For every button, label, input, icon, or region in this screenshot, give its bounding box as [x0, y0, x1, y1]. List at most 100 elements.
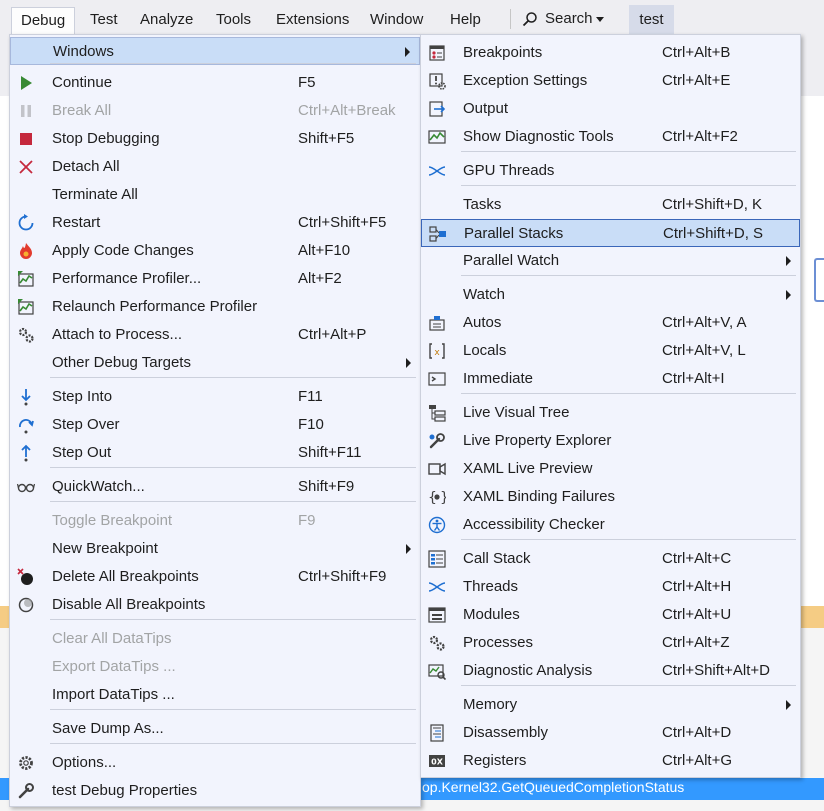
- menu-item-label: Apply Code Changes: [52, 242, 194, 259]
- debug-menu-item-apply-code-changes[interactable]: Apply Code Changes Alt+F10: [10, 237, 420, 265]
- menu-item-label: Save Dump As...: [52, 720, 164, 737]
- debug-menu-item-disable-all-breakpoints[interactable]: Disable All Breakpoints: [10, 591, 420, 619]
- menu-item-label: Other Debug Targets: [52, 354, 191, 371]
- debug-menu-item-export-datatips[interactable]: Export DataTips ...: [10, 653, 420, 681]
- windows-menu-item-watch[interactable]: Watch: [421, 281, 800, 309]
- menu-item-label: Restart: [52, 214, 101, 231]
- menu-debug[interactable]: Debug: [11, 7, 75, 35]
- windows-menu-item-output[interactable]: Output: [421, 95, 800, 123]
- menu-item-label: Attach to Process...: [52, 326, 183, 343]
- windows-menu-item-autos[interactable]: Autos Ctrl+Alt+V, A: [421, 309, 800, 337]
- debug-menu-item-quickwatch[interactable]: QuickWatch... Shift+F9: [10, 473, 420, 501]
- step-into-icon: [17, 388, 35, 406]
- menu-separator: [50, 377, 416, 378]
- debug-menu-item-restart[interactable]: Restart Ctrl+Shift+F5: [10, 209, 420, 237]
- windows-menu-item-tasks[interactable]: Tasks Ctrl+Shift+D, K: [421, 191, 800, 219]
- debug-menu-item-detach-all[interactable]: Detach All: [10, 153, 420, 181]
- windows-menu-item-breakpoints[interactable]: Breakpoints Ctrl+Alt+B: [421, 39, 800, 67]
- menu-item-label: Output: [463, 100, 509, 117]
- shortcut-text: Ctrl+Alt+Break: [298, 102, 396, 119]
- debug-menu-item-step-over[interactable]: Step Over F10: [10, 411, 420, 439]
- menu-item-label: Threads: [463, 578, 519, 595]
- windows-menu-item-parallel-watch[interactable]: Parallel Watch: [421, 247, 800, 275]
- debug-menu-item-windows[interactable]: Windows: [10, 37, 420, 65]
- windows-menu-item-live-property-explorer[interactable]: Live Property Explorer: [421, 427, 800, 455]
- menu-item-label: New Breakpoint: [52, 540, 158, 557]
- debug-menu-item-clear-all-datatips[interactable]: Clear All DataTips: [10, 625, 420, 653]
- debug-menu-item-other-debug-targets[interactable]: Other Debug Targets: [10, 349, 420, 377]
- menu-item-label: Toggle Breakpoint: [52, 512, 173, 529]
- menu-item-label: Windows: [53, 43, 114, 60]
- live-property-explorer-icon: [428, 432, 446, 450]
- windows-menu-item-memory[interactable]: Memory: [421, 691, 800, 719]
- debug-menu-item-break-all[interactable]: Break All Ctrl+Alt+Break: [10, 97, 420, 125]
- debug-menu-item-save-dump-as[interactable]: Save Dump As...: [10, 715, 420, 743]
- windows-menu-item-gpu-threads[interactable]: GPU Threads: [421, 157, 800, 185]
- menu-item-label: Tasks: [463, 196, 502, 213]
- debug-menu-item-stop-debugging[interactable]: Stop Debugging Shift+F5: [10, 125, 420, 153]
- menu-item-label: Immediate: [463, 370, 534, 387]
- delete-breakpoints-icon: [17, 568, 35, 586]
- chevron-right-icon: [406, 544, 411, 554]
- windows-menu-item-show-diagnostic-tools[interactable]: Show Diagnostic Tools Ctrl+Alt+F2: [421, 123, 800, 151]
- side-tab[interactable]: [814, 258, 824, 302]
- shortcut-text: Ctrl+Alt+B: [662, 44, 731, 61]
- menu-separator: [50, 619, 416, 620]
- windows-menu-item-xaml-live-preview[interactable]: XAML Live Preview: [421, 455, 800, 483]
- menu-item-label: Show Diagnostic Tools: [463, 128, 614, 145]
- debug-menu-item-options[interactable]: Options...: [10, 749, 420, 777]
- menu-extensions[interactable]: Extensions: [276, 7, 349, 35]
- diagnostic-tools-icon: [428, 128, 446, 146]
- menu-help[interactable]: Help: [450, 7, 481, 35]
- processes-icon: [428, 634, 446, 652]
- windows-menu-item-disassembly[interactable]: Disassembly Ctrl+Alt+D: [421, 719, 800, 747]
- menu-tools[interactable]: Tools: [216, 7, 251, 35]
- windows-menu-item-xaml-binding-failures[interactable]: {} XAML Binding Failures: [421, 483, 800, 511]
- windows-menu-item-processes[interactable]: Processes Ctrl+Alt+Z: [421, 629, 800, 657]
- restart-icon: [17, 214, 35, 232]
- windows-menu-item-live-visual-tree[interactable]: Live Visual Tree: [421, 399, 800, 427]
- menu-item-label: Relaunch Performance Profiler: [52, 298, 258, 315]
- windows-menu-item-threads[interactable]: Threads Ctrl+Alt+H: [421, 573, 800, 601]
- debug-menu-item-toggle-breakpoint[interactable]: Toggle Breakpoint F9: [10, 507, 420, 535]
- menu-item-label: Live Property Explorer: [463, 432, 612, 449]
- windows-menu-item-accessibility-checker[interactable]: Accessibility Checker: [421, 511, 800, 539]
- menu-separator: [461, 275, 796, 276]
- autos-icon: [428, 314, 446, 332]
- call-stack-icon: [428, 550, 446, 568]
- debug-menu-item-continue[interactable]: Continue F5: [10, 69, 420, 97]
- windows-menu-item-diagnostic-analysis[interactable]: Diagnostic Analysis Ctrl+Shift+Alt+D: [421, 657, 800, 685]
- chevron-down-icon: [596, 17, 604, 22]
- debug-menu-item-delete-all-breakpoints[interactable]: Delete All Breakpoints Ctrl+Shift+F9: [10, 563, 420, 591]
- menu-item-label: Breakpoints: [463, 44, 543, 61]
- debug-menu-item-terminate-all[interactable]: Terminate All: [10, 181, 420, 209]
- menu-analyze[interactable]: Analyze: [140, 7, 193, 35]
- menu-item-label: Import DataTips ...: [52, 686, 175, 703]
- windows-menu-item-exception-settings[interactable]: Exception Settings Ctrl+Alt+E: [421, 67, 800, 95]
- windows-menu-item-immediate[interactable]: Immediate Ctrl+Alt+I: [421, 365, 800, 393]
- search-box[interactable]: Search: [510, 7, 616, 33]
- menu-item-label: Registers: [463, 752, 527, 769]
- chevron-right-icon: [405, 47, 410, 57]
- debug-menu-item-step-out[interactable]: Step Out Shift+F11: [10, 439, 420, 467]
- windows-menu-item-call-stack[interactable]: Call Stack Ctrl+Alt+C: [421, 545, 800, 573]
- debug-menu-item-relaunch-performance-profiler[interactable]: Relaunch Performance Profiler: [10, 293, 420, 321]
- debug-menu-item-step-into[interactable]: Step Into F11: [10, 383, 420, 411]
- menu-item-label: Diagnostic Analysis: [463, 662, 593, 679]
- menu-window[interactable]: Window: [370, 7, 423, 35]
- shortcut-text: F5: [298, 74, 316, 91]
- debug-menu-item-import-datatips[interactable]: Import DataTips ...: [10, 681, 420, 709]
- shortcut-text: Alt+F10: [298, 242, 351, 259]
- windows-menu-item-modules[interactable]: Modules Ctrl+Alt+U: [421, 601, 800, 629]
- debug-menu-item-new-breakpoint[interactable]: New Breakpoint: [10, 535, 420, 563]
- debug-menu-item-performance-profiler[interactable]: Performance Profiler... Alt+F2: [10, 265, 420, 293]
- chevron-right-icon: [786, 256, 791, 266]
- windows-menu-item-locals[interactable]: x Locals Ctrl+Alt+V, L: [421, 337, 800, 365]
- menu-item-label: Continue: [52, 74, 113, 91]
- debug-menu-item-test-debug-properties[interactable]: test Debug Properties: [10, 777, 420, 805]
- windows-menu-item-registers[interactable]: 0X Registers Ctrl+Alt+G: [421, 747, 800, 775]
- menu-separator: [461, 151, 796, 152]
- debug-menu-item-attach-to-process[interactable]: Attach to Process... Ctrl+Alt+P: [10, 321, 420, 349]
- windows-menu-item-parallel-stacks[interactable]: Parallel Stacks Ctrl+Shift+D, S: [421, 219, 800, 247]
- menu-test[interactable]: Test: [90, 7, 118, 35]
